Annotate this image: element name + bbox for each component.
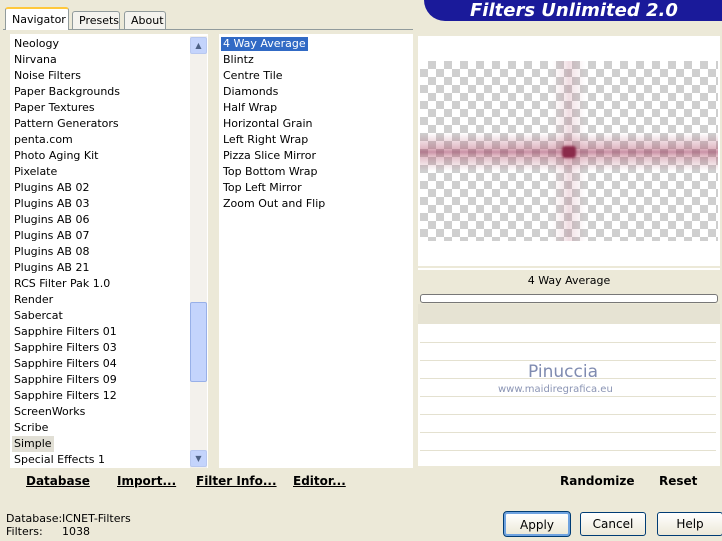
category-item[interactable]: Sapphire Filters 09	[14, 372, 117, 388]
slider-row	[418, 292, 720, 304]
scroll-down-icon[interactable]: ▼	[190, 450, 207, 467]
reset-button[interactable]: Reset	[659, 474, 697, 488]
category-scrollbar[interactable]: ▲ ▼	[190, 36, 207, 468]
preview-center-spot	[562, 146, 576, 158]
scroll-up-icon[interactable]: ▲	[190, 37, 207, 54]
filters-count-label: Filters:	[6, 525, 43, 538]
filter-item[interactable]: Zoom Out and Flip	[221, 197, 327, 211]
category-item[interactable]: Plugins AB 03	[14, 196, 89, 212]
category-item[interactable]: Sapphire Filters 04	[14, 356, 117, 372]
param-divider	[420, 396, 716, 397]
database-label: Database:	[6, 512, 63, 525]
filter-list[interactable]: 4 Way Average Blintz Centre Tile Diamonds Ha…	[219, 34, 413, 468]
category-item[interactable]: Sabercat	[14, 308, 63, 324]
category-item[interactable]: ScreenWorks	[14, 404, 85, 420]
filter-item[interactable]: Centre Tile	[221, 69, 285, 83]
filter-item[interactable]: Pizza Slice Mirror	[221, 149, 318, 163]
scroll-thumb[interactable]	[190, 302, 207, 382]
database-value: ICNET-Filters	[62, 512, 131, 525]
category-item[interactable]: RCS Filter Pak 1.0	[14, 276, 110, 292]
filter-item[interactable]: Left Right Wrap	[221, 133, 310, 147]
filters-count-value: 1038	[62, 525, 90, 538]
database-button[interactable]: Database	[26, 474, 90, 488]
category-item[interactable]: Sapphire Filters 12	[14, 388, 117, 404]
category-item[interactable]: Plugins AB 21	[14, 260, 89, 276]
category-item[interactable]: Pattern Generators	[14, 116, 119, 132]
filter-item[interactable]: Half Wrap	[221, 101, 279, 115]
watermark-text: Pinuccia	[528, 362, 598, 382]
cancel-button[interactable]: Cancel	[580, 512, 646, 536]
category-item[interactable]: Noise Filters	[14, 68, 81, 84]
category-item[interactable]: Nirvana	[14, 52, 57, 68]
tab-presets[interactable]: Presets	[72, 11, 120, 29]
category-list[interactable]: Neology Nirvana Noise Filters Paper Backgro…	[10, 34, 208, 468]
filter-item[interactable]: 4 Way Average	[221, 37, 308, 51]
category-item[interactable]: Paper Backgrounds	[14, 84, 120, 100]
filter-info-button[interactable]: Filter Info...	[196, 474, 277, 488]
category-item[interactable]: Scribe	[14, 420, 48, 436]
filter-item[interactable]: Horizontal Grain	[221, 117, 314, 131]
category-item[interactable]: Photo Aging Kit	[14, 148, 98, 164]
param-divider	[420, 432, 716, 433]
category-item[interactable]: Plugins AB 02	[14, 180, 89, 196]
category-item[interactable]: Plugins AB 08	[14, 244, 89, 260]
randomize-button[interactable]: Randomize	[560, 474, 634, 488]
help-button[interactable]: Help	[657, 512, 722, 536]
watermark-url: www.maidiregrafica.eu	[498, 384, 613, 395]
tab-about[interactable]: About	[124, 11, 166, 29]
category-item[interactable]: Plugins AB 07	[14, 228, 89, 244]
editor-button[interactable]: Editor...	[293, 474, 346, 488]
category-item[interactable]: Pixelate	[14, 164, 57, 180]
filter-item[interactable]: Top Bottom Wrap	[221, 165, 320, 179]
import-button[interactable]: Import...	[117, 474, 176, 488]
filter-item[interactable]: Blintz	[221, 53, 256, 67]
apply-button[interactable]: Apply	[503, 511, 571, 537]
category-item[interactable]: Plugins AB 06	[14, 212, 89, 228]
category-item[interactable]: Special Effects 1	[14, 452, 105, 468]
param-divider	[420, 450, 716, 451]
param-divider	[420, 414, 716, 415]
category-item[interactable]: Paper Textures	[14, 100, 95, 116]
parameter-slider[interactable]	[420, 294, 718, 303]
category-item[interactable]: Simple	[12, 436, 54, 452]
filter-item[interactable]: Top Left Mirror	[221, 181, 304, 195]
param-divider	[420, 342, 716, 343]
parameter-row	[418, 304, 720, 324]
tab-navigator[interactable]: Navigator	[5, 7, 69, 30]
category-item[interactable]: Render	[14, 292, 53, 308]
app-title: Filters Unlimited 2.0	[470, 0, 678, 21]
category-item[interactable]: Sapphire Filters 03	[14, 340, 117, 356]
category-item[interactable]: Sapphire Filters 01	[14, 324, 117, 340]
param-divider	[420, 360, 716, 361]
filter-item[interactable]: Diamonds	[221, 85, 280, 99]
selected-filter-label: 4 Way Average	[418, 270, 720, 292]
category-item[interactable]: Neology	[14, 36, 59, 52]
category-item[interactable]: penta.com	[14, 132, 73, 148]
